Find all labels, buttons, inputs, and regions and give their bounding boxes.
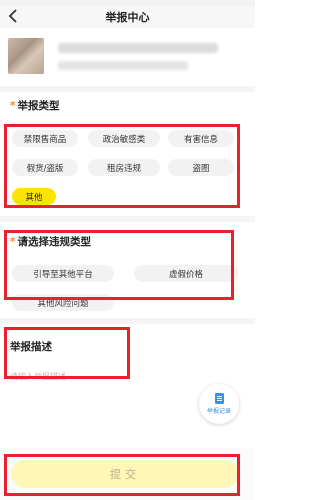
item-info-blurred	[58, 42, 218, 70]
page-title: 举报中心	[105, 11, 150, 24]
reported-item	[0, 28, 255, 84]
divider	[0, 86, 255, 92]
highlight-description	[4, 327, 130, 379]
highlight-violation-types	[4, 230, 234, 300]
divider	[0, 318, 255, 324]
report-history-button[interactable]: 举报记录	[199, 384, 239, 424]
divider	[0, 216, 255, 222]
highlight-report-types	[4, 124, 240, 208]
chevron-left-icon[interactable]	[8, 8, 22, 26]
nav-bar: 举报中心	[0, 6, 255, 28]
report-type-title: * 举报类型	[10, 100, 60, 112]
document-icon	[214, 393, 224, 404]
item-thumbnail	[8, 38, 44, 74]
highlight-submit	[4, 454, 240, 496]
